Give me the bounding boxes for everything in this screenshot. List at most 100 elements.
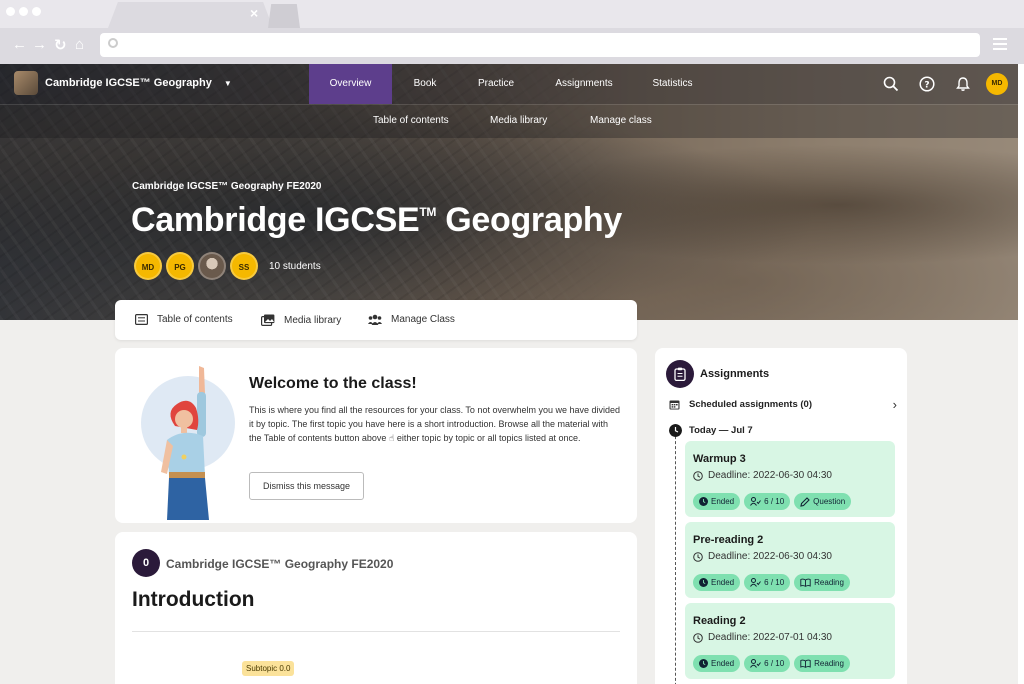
assignment-deadline: Deadline: 2022-06-30 04:30 <box>693 551 832 562</box>
course-name: Cambridge IGCSE™ Geography <box>45 77 212 89</box>
list-icon <box>135 314 148 325</box>
clock-icon <box>699 659 708 668</box>
home-icon[interactable]: ⌂ <box>75 36 84 53</box>
welcome-message: This is where you find all the resources… <box>249 405 621 443</box>
new-tab-button[interactable] <box>268 4 300 28</box>
clock-icon <box>693 470 703 481</box>
type-badge: Reading <box>794 655 850 672</box>
bell-icon[interactable] <box>953 74 973 94</box>
page-title: Cambridge IGCSETM Geography <box>131 201 623 239</box>
tool-manage-class[interactable]: Manage Class <box>368 314 455 325</box>
avatar: MD <box>134 252 162 280</box>
address-bar[interactable] <box>100 33 980 57</box>
back-icon[interactable]: ← <box>12 36 27 53</box>
type-badge: Reading <box>794 574 850 591</box>
course-hero: Cambridge IGCSE™ Geography ▼ Overview Bo… <box>0 64 1024 320</box>
status-badge: Ended <box>693 655 741 672</box>
assignments-title: Assignments <box>700 368 770 380</box>
clock-icon <box>693 551 703 562</box>
user-check-icon <box>750 497 762 506</box>
timeline-date: Today — Jul 7 <box>689 425 753 436</box>
topic-number: 0 <box>132 549 160 577</box>
forward-icon[interactable]: → <box>32 36 47 53</box>
users-icon <box>368 314 382 325</box>
clock-icon <box>693 632 703 643</box>
clock-icon <box>669 424 682 437</box>
scheduled-assignments-row[interactable]: Scheduled assignments (0) › <box>669 397 897 412</box>
topic-course-code: Cambridge IGCSE™ Geography FE2020 <box>166 557 394 571</box>
nav-statistics[interactable]: Statistics <box>645 64 700 104</box>
assignment-title: Reading 2 <box>693 615 746 627</box>
clipboard-icon <box>666 360 694 388</box>
window-minimize-dot[interactable] <box>19 7 28 16</box>
browser-tab-strip: × <box>0 0 1024 28</box>
user-check-icon <box>750 578 762 587</box>
assignment-title: Pre-reading 2 <box>693 534 764 546</box>
help-icon[interactable]: ? <box>917 74 937 94</box>
chevron-right-icon: › <box>892 397 897 412</box>
completion-badge: 6 / 10 <box>744 655 791 672</box>
course-thumbnail <box>14 71 38 95</box>
avatar: PG <box>166 252 194 280</box>
tab-close-icon[interactable]: × <box>250 5 258 21</box>
subnav-media-library[interactable]: Media library <box>490 115 547 126</box>
search-icon[interactable] <box>881 74 901 94</box>
clock-icon <box>699 497 708 506</box>
subnav-manage-class[interactable]: Manage class <box>590 115 652 126</box>
topic-title[interactable]: Introduction <box>132 588 254 612</box>
status-badge: Ended <box>693 574 741 591</box>
course-tools-bar: Table of contents Media library Manage C… <box>115 300 637 340</box>
svg-text:?: ? <box>924 81 929 91</box>
assignment-title: Warmup 3 <box>693 453 746 465</box>
browser-menu-icon[interactable] <box>993 38 1007 53</box>
book-icon <box>800 578 811 587</box>
user-avatar[interactable]: MD <box>986 73 1008 95</box>
dismiss-button[interactable]: Dismiss this message <box>249 472 364 500</box>
course-code: Cambridge IGCSE™ Geography FE2020 <box>132 181 322 192</box>
tool-table-of-contents[interactable]: Table of contents <box>135 314 233 325</box>
assignment-card[interactable]: Reading 2 Deadline: 2022-07-01 04:30 End… <box>685 603 895 679</box>
media-icon <box>261 314 275 326</box>
type-badge: Question <box>794 493 852 510</box>
assignment-deadline: Deadline: 2022-06-30 04:30 <box>693 470 832 481</box>
avatar-photo <box>198 252 226 280</box>
student-avatars[interactable]: MD PG SS 10 students <box>134 252 321 280</box>
tool-label: Table of contents <box>157 314 233 325</box>
nav-assignments[interactable]: Assignments <box>550 64 618 104</box>
clock-icon <box>699 578 708 587</box>
nav-overview[interactable]: Overview <box>309 64 392 104</box>
scheduled-label: Scheduled assignments (0) <box>689 399 813 410</box>
waving-student-illustration <box>161 366 209 520</box>
assignment-card[interactable]: Warmup 3 Deadline: 2022-06-30 04:30 Ende… <box>685 441 895 517</box>
nav-practice[interactable]: Practice <box>470 64 522 104</box>
nav-book[interactable]: Book <box>400 64 450 104</box>
user-check-icon <box>750 659 762 668</box>
reload-icon[interactable]: ↻ <box>54 36 67 54</box>
welcome-card: Welcome to the class! This is where you … <box>115 348 637 523</box>
search-icon <box>108 38 118 48</box>
tool-label: Manage Class <box>391 314 455 325</box>
avatar: SS <box>230 252 258 280</box>
top-navigation: Cambridge IGCSE™ Geography ▼ Overview Bo… <box>0 64 1024 104</box>
timeline-line <box>675 426 676 684</box>
window-close-dot[interactable] <box>6 7 15 16</box>
assignments-panel: Assignments Scheduled assignments (0) › … <box>655 348 907 684</box>
pencil-icon <box>800 496 810 507</box>
completion-badge: 6 / 10 <box>744 574 791 591</box>
calendar-icon <box>669 400 680 410</box>
assignment-card[interactable]: Pre-reading 2 Deadline: 2022-06-30 04:30… <box>685 522 895 598</box>
tool-label: Media library <box>284 314 342 326</box>
caret-down-icon: ▼ <box>223 78 232 88</box>
window-maximize-dot[interactable] <box>32 7 41 16</box>
student-count: 10 students <box>269 260 321 272</box>
browser-tab[interactable] <box>108 2 273 28</box>
completion-badge: 6 / 10 <box>744 493 791 510</box>
subtopic-badge[interactable]: Subtopic 0.0 <box>242 661 295 676</box>
tool-media-library[interactable]: Media library <box>261 314 341 326</box>
divider <box>132 631 620 632</box>
course-switcher[interactable]: Cambridge IGCSE™ Geography ▼ <box>14 71 232 95</box>
assignment-deadline: Deadline: 2022-07-01 04:30 <box>693 632 832 643</box>
page-edge <box>1018 64 1024 684</box>
subnav-table-of-contents[interactable]: Table of contents <box>373 115 449 126</box>
topic-card: 0 Cambridge IGCSE™ Geography FE2020 Intr… <box>115 532 637 684</box>
